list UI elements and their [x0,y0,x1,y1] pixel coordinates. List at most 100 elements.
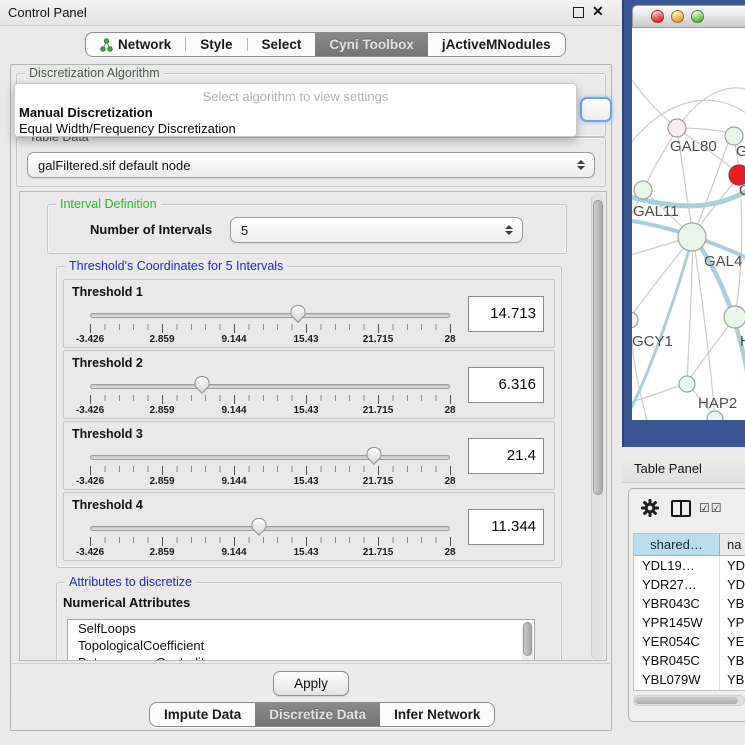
threshold-value-field[interactable]: 14.713 [468,296,544,332]
node-label: GAL80 [670,138,717,155]
threshold-value-field[interactable]: 6.316 [468,367,544,403]
dropdown-option-equal-width-frequency[interactable]: Equal Width/Frequency Discretization [19,121,236,136]
slider-track[interactable] [90,384,450,389]
num-intervals-combobox[interactable]: 5 [230,217,523,243]
tab-infer-network[interactable]: Infer Network [380,703,494,726]
bottom-tab-bar: Impute Data Discretize Data Infer Networ… [149,702,495,727]
node-GAL4[interactable] [678,223,706,251]
list-scrollbar[interactable] [522,622,533,661]
network-window-titlebar[interactable] [632,5,745,28]
float-panel-icon[interactable] [573,7,584,18]
table-row[interactable]: YDL19…YDL1 [634,556,745,575]
tab-label: Impute Data [164,707,241,722]
node-GAL80[interactable] [668,119,686,137]
table-horizontal-scrollbar[interactable] [633,695,745,706]
slider-track[interactable] [90,313,450,318]
table-row[interactable]: YPR145WYPR1 [634,613,745,632]
dropdown-option-manual-discretization[interactable]: Manual Discretization [19,105,153,120]
node-H[interactable] [724,306,745,328]
scrollbar-thumb[interactable] [593,200,603,495]
split-view-icon[interactable] [671,500,691,517]
table-row[interactable]: YBR045CYBR0 [634,651,745,670]
screen: Control Panel ✕ Network Style [0,0,745,745]
major-ticks [90,466,450,475]
threshold-value-field[interactable]: 21.4 [468,438,544,474]
node-HAP2[interactable] [679,376,695,392]
node-label: GCY1 [632,333,673,350]
panel-title: Control Panel [8,5,87,20]
slider-track[interactable] [90,526,450,531]
interval-definition-group: Interval Definition Number of Intervals … [47,204,567,254]
panel-scrollbar[interactable] [591,194,604,660]
table-data-group: Table Data galFiltered.sif default node [16,137,606,187]
node-label: H [740,333,745,350]
table-row[interactable]: YBL079WYBL0 [634,670,745,689]
major-ticks [90,537,450,546]
slider-thumb[interactable] [367,446,382,466]
slider-thumb[interactable] [194,375,209,395]
tab-jactivemnodules[interactable]: jActiveMNodules [428,33,565,56]
tab-impute-data[interactable]: Impute Data [150,703,255,726]
table-row[interactable]: YER054CYER0 [634,632,745,651]
table-panel-titlebar: Table Panel [622,455,745,483]
table-row[interactable]: YBR043CYBR0 [634,594,745,613]
table-data-combobox[interactable]: galFiltered.sif default node [27,152,595,178]
tab-network[interactable]: Network [86,33,185,56]
tick-labels: -3.4262.8599.14415.4321.71528 [90,476,450,488]
select-columns-icon[interactable]: ☑☑ [699,501,723,515]
tick-labels: -3.4262.8599.14415.4321.71528 [90,547,450,559]
tab-style[interactable]: Style [186,33,246,56]
threshold-3-slider[interactable]: -3.4262.8599.14415.4321.71528 [90,446,450,488]
node-GAL11[interactable] [634,181,652,199]
threshold-1-slider[interactable]: -3.4262.8599.14415.4321.71528 [90,304,450,346]
scrollbar-thumb[interactable] [635,697,738,704]
minimize-traffic-light[interactable] [671,10,684,23]
list-item[interactable]: BetweennessCentrality [68,654,534,661]
threshold-3-panel: Threshold 3 -3.4262.8599.14415.4321.7152… [63,421,555,490]
numerical-attributes-list[interactable]: SelfLoops TopologicalCoefficient Between… [67,619,535,661]
tab-select[interactable]: Select [248,33,316,56]
threshold-2-slider[interactable]: -3.4262.8599.14415.4321.71528 [90,375,450,417]
list-item[interactable]: TopologicalCoefficient [68,637,534,654]
threshold-label: Threshold 2 [72,356,143,370]
table-row[interactable]: YLR345WYLR3 [634,689,745,691]
node-label: GAL4 [704,253,742,270]
numerical-attributes-label: Numerical Attributes [63,595,190,610]
group-title: Attributes to discretize [65,575,196,589]
threshold-4-slider[interactable]: -3.4262.8599.14415.4321.71528 [90,517,450,559]
list-item[interactable]: SelfLoops [68,620,534,637]
threshold-4-panel: Threshold 4 -3.4262.8599.14415.4321.7152… [63,492,555,561]
threshold-1-panel: Threshold 1 -3.4262.8599.14415.4321.7152… [63,279,555,348]
control-panel-titlebar: Control Panel ✕ [0,0,620,26]
tab-discretize-data[interactable]: Discretize Data [255,703,380,726]
tick-labels: -3.4262.8599.14415.4321.71528 [90,334,450,346]
slider-thumb[interactable] [290,304,305,324]
table-row[interactable]: YDR27…YDR2 [634,575,745,594]
dropdown-placeholder: Select algorithm to view settings [15,89,576,104]
column-header-name[interactable]: na [720,534,745,555]
node-label: GA [736,143,745,160]
num-intervals-label: Number of Intervals [90,222,212,237]
network-canvas[interactable]: GAL80 GA C GAL11 GAL4 GCY1 H HAP2 [632,28,745,420]
scrollbar-thumb[interactable] [523,622,532,656]
node-label: GAL11 [633,203,679,220]
slider-track[interactable] [90,455,450,460]
group-title: Interval Definition [56,197,161,211]
apply-button[interactable]: Apply [273,671,349,696]
close-icon[interactable]: ✕ [592,3,604,20]
tick-labels: -3.4262.8599.14415.4321.71528 [90,405,450,417]
algorithm-combobox[interactable] [580,97,612,122]
slider-thumb[interactable] [252,517,267,537]
gear-icon[interactable] [641,499,659,522]
close-traffic-light[interactable] [651,10,664,23]
tab-cyni-toolbox[interactable]: Cyni Toolbox [315,33,428,56]
column-header-shared-name[interactable]: shared… [634,534,720,555]
threshold-value-field[interactable]: 11.344 [468,509,544,545]
node-GCY1[interactable] [632,312,638,328]
node-label: C [739,182,745,199]
group-title: Threshold's Coordinates for 5 Intervals [65,259,287,273]
threshold-2-panel: Threshold 2 -3.4262.8599.14415.4321.7152… [63,350,555,419]
zoom-traffic-light[interactable] [691,10,704,23]
tab-label: jActiveMNodules [442,37,551,52]
node-partial-bottom[interactable] [707,411,723,420]
